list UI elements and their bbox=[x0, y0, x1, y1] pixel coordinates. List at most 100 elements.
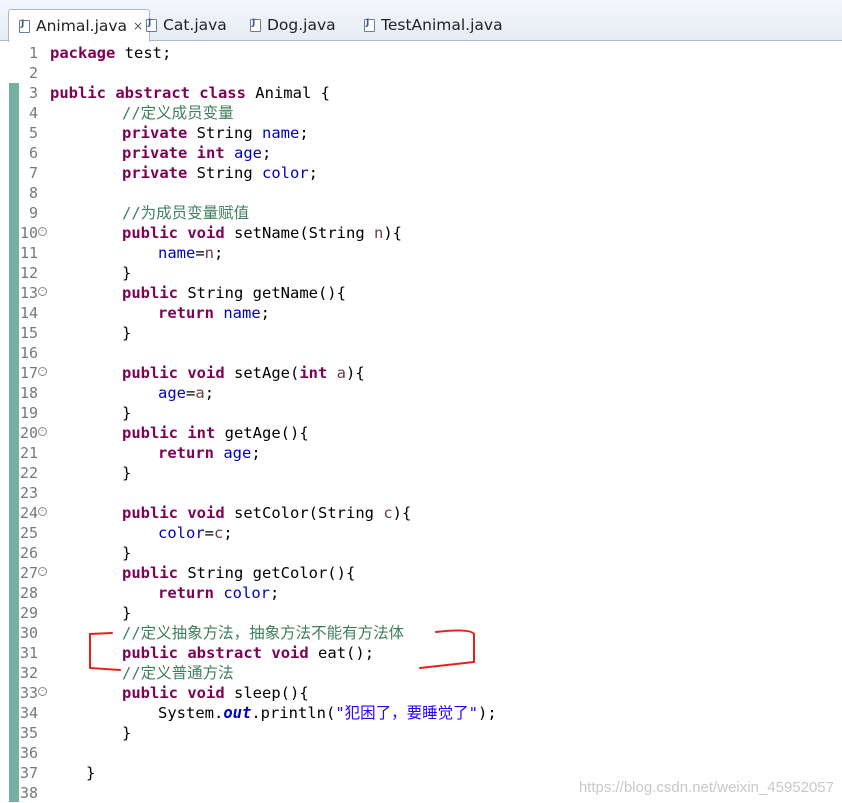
tab-testanimal-java[interactable]: TestAnimal.java bbox=[354, 9, 509, 41]
line-number: 20 bbox=[19, 424, 38, 442]
line-number: 30 bbox=[19, 624, 38, 642]
fold-icon[interactable]: - bbox=[38, 367, 47, 376]
punct: ; bbox=[214, 244, 224, 262]
type: String bbox=[178, 284, 253, 302]
line-number: 18 bbox=[19, 384, 38, 402]
fold-icon[interactable]: - bbox=[38, 507, 47, 516]
code-line: 34 System.out.println("犯困了，要睡觉了"); bbox=[0, 703, 842, 723]
static-field: out bbox=[223, 704, 252, 722]
keyword: public bbox=[122, 644, 178, 662]
punct: ; bbox=[223, 524, 233, 542]
fold-icon[interactable]: - bbox=[38, 567, 47, 576]
code-line: 8 bbox=[0, 183, 842, 203]
line-number: 31 bbox=[19, 644, 38, 662]
tab-dog-java[interactable]: Dog.java bbox=[240, 9, 342, 41]
punct: } bbox=[122, 404, 132, 422]
line-number: 16 bbox=[19, 344, 38, 362]
fold-icon[interactable]: - bbox=[38, 427, 47, 436]
code-line: 3 public abstract class Animal { bbox=[0, 83, 842, 103]
class-ref: System. bbox=[158, 704, 224, 722]
line-number: 13 bbox=[19, 284, 38, 302]
tab-animal-java[interactable]: Animal.java × bbox=[8, 9, 151, 42]
code-line: 24 - public void setColor(String c){ bbox=[0, 503, 842, 523]
field: name bbox=[261, 124, 300, 142]
field: name bbox=[223, 304, 261, 322]
code-line: 25 color=c; bbox=[0, 523, 842, 543]
keyword: int bbox=[178, 424, 225, 442]
java-file-icon bbox=[19, 19, 30, 33]
punct: ; bbox=[308, 164, 318, 182]
line-number: 11 bbox=[19, 244, 38, 262]
keyword: public bbox=[122, 684, 178, 702]
type: String bbox=[187, 124, 262, 142]
comment: //定义成员变量 bbox=[122, 104, 234, 122]
keyword: public bbox=[122, 224, 178, 242]
keyword: public bbox=[122, 364, 178, 382]
fold-icon[interactable]: - bbox=[38, 687, 47, 696]
line-number: 14 bbox=[19, 304, 38, 322]
line-number: 37 bbox=[19, 764, 38, 782]
code-line: 17 - public void setAge(int a){ bbox=[0, 363, 842, 383]
param: c bbox=[214, 524, 224, 542]
punct: ){ bbox=[346, 364, 365, 382]
line-number: 32 bbox=[19, 664, 38, 682]
keyword: int bbox=[299, 364, 328, 382]
code-text: test; bbox=[115, 44, 172, 62]
code-line: 13 - public String getName(){ bbox=[0, 283, 842, 303]
code-line: 23 bbox=[0, 483, 842, 503]
code-line: 36 bbox=[0, 743, 842, 763]
keyword: return bbox=[158, 584, 214, 602]
editor-tab-bar: Animal.java × Cat.java Dog.java TestAnim… bbox=[0, 0, 842, 42]
line-number: 7 bbox=[28, 164, 38, 182]
line-number: 38 bbox=[19, 784, 38, 802]
field: color bbox=[158, 524, 205, 542]
code-line: 2 bbox=[0, 63, 842, 83]
line-number: 9 bbox=[28, 204, 38, 222]
punct: } bbox=[122, 464, 132, 482]
line-number: 15 bbox=[19, 324, 38, 342]
keyword: public bbox=[122, 564, 178, 582]
punct: } bbox=[122, 604, 132, 622]
punct: } bbox=[122, 324, 132, 342]
keyword: private bbox=[122, 144, 188, 162]
line-number: 33 bbox=[19, 684, 38, 702]
field: color bbox=[223, 584, 271, 602]
comment: //定义普通方法 bbox=[122, 664, 234, 682]
punct: } bbox=[122, 724, 132, 742]
punct: = bbox=[204, 524, 215, 542]
line-number: 19 bbox=[19, 404, 38, 422]
code-line: 21 return age; bbox=[0, 443, 842, 463]
type: String bbox=[178, 564, 253, 582]
line-number: 6 bbox=[28, 144, 38, 162]
punct: } bbox=[122, 544, 132, 562]
keyword: int bbox=[187, 144, 234, 162]
line-number: 1 bbox=[28, 44, 38, 62]
watermark: https://blog.csdn.net/weixin_45952057 bbox=[578, 779, 834, 796]
param: a bbox=[336, 364, 347, 382]
punct: ; bbox=[204, 384, 215, 402]
punct: } bbox=[86, 764, 96, 782]
field: age bbox=[234, 144, 262, 162]
punct: ; bbox=[270, 584, 280, 602]
keyword: void bbox=[178, 504, 234, 522]
fold-icon[interactable]: - bbox=[38, 287, 47, 296]
param: n bbox=[204, 244, 215, 262]
field: name bbox=[158, 244, 196, 262]
comment: //为成员变量赋值 bbox=[122, 204, 250, 222]
line-number: 27 bbox=[19, 564, 38, 582]
tab-cat-java[interactable]: Cat.java bbox=[136, 9, 233, 41]
keyword: private bbox=[122, 124, 188, 142]
keyword: void bbox=[262, 644, 319, 662]
keyword: void bbox=[178, 224, 234, 242]
line-number: 21 bbox=[19, 444, 38, 462]
fold-icon[interactable]: - bbox=[38, 227, 47, 236]
tab-label: TestAnimal.java bbox=[381, 16, 503, 34]
keyword: public bbox=[122, 424, 178, 442]
code-editor[interactable]: 1 package test; 2 3 public abstract clas… bbox=[0, 43, 842, 802]
code-line: 12 } bbox=[0, 263, 842, 283]
java-file-icon bbox=[146, 18, 157, 32]
line-number: 5 bbox=[28, 124, 38, 142]
keyword: return bbox=[158, 444, 214, 462]
keyword: public bbox=[122, 284, 178, 302]
method: getColor(){ bbox=[252, 564, 356, 582]
